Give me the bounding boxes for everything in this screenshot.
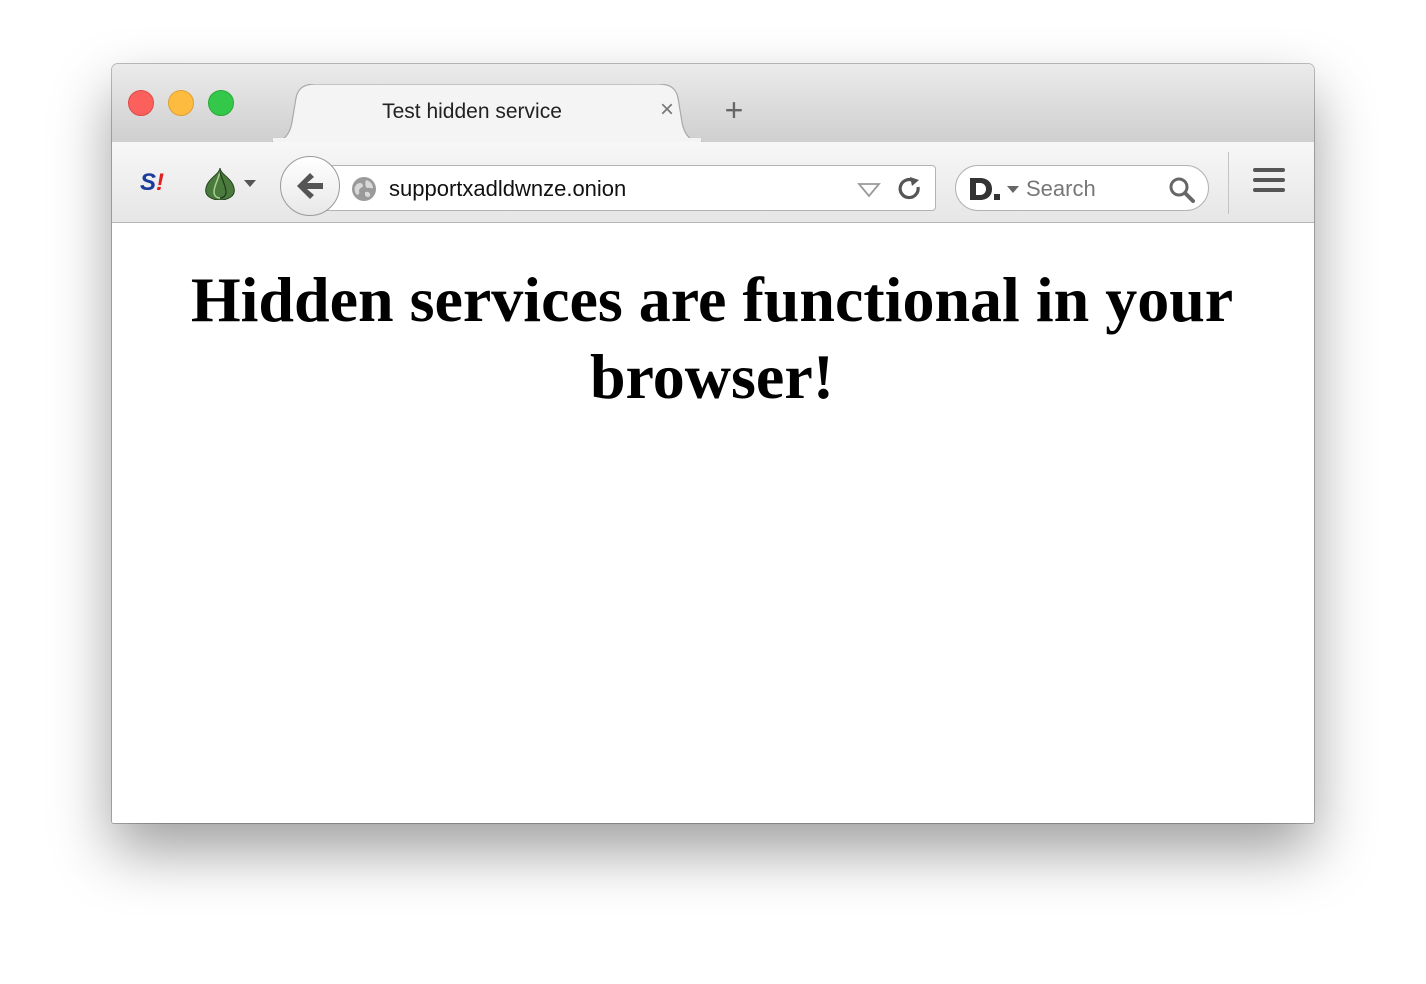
window-minimize-button[interactable] bbox=[168, 90, 194, 116]
navigation-toolbar: S! supportxadldwnze.onion Search bbox=[112, 142, 1314, 223]
addon-s-mark: ! bbox=[156, 169, 165, 196]
back-arrow-icon bbox=[297, 173, 323, 199]
menu-line bbox=[1253, 178, 1285, 182]
back-button[interactable] bbox=[280, 156, 340, 216]
menu-line bbox=[1253, 188, 1285, 192]
url-history-dropdown-icon[interactable] bbox=[857, 180, 881, 200]
browser-window: Test hidden service × + S! supportxadldw… bbox=[112, 64, 1314, 823]
page-content: Hidden services are functional in your b… bbox=[112, 223, 1314, 823]
search-input[interactable]: Search bbox=[1026, 176, 1096, 202]
globe-icon bbox=[352, 177, 376, 201]
search-icon[interactable] bbox=[1168, 176, 1196, 204]
tab-close-icon[interactable]: × bbox=[657, 98, 677, 122]
search-bar[interactable]: Search bbox=[955, 165, 1209, 211]
addon-s-button[interactable]: S! bbox=[140, 168, 172, 198]
window-close-button[interactable] bbox=[128, 90, 154, 116]
tab-active[interactable]: Test hidden service × bbox=[272, 84, 702, 144]
window-zoom-button[interactable] bbox=[208, 90, 234, 116]
toolbar-separator bbox=[1228, 152, 1229, 214]
hamburger-menu-button[interactable] bbox=[1253, 168, 1287, 200]
menu-line bbox=[1253, 168, 1285, 172]
url-text: supportxadldwnze.onion bbox=[389, 176, 627, 201]
page-heading: Hidden services are functional in your b… bbox=[190, 264, 1234, 412]
url-area: supportxadldwnze.onion bbox=[280, 156, 938, 220]
new-tab-button[interactable]: + bbox=[719, 94, 749, 126]
title-bar: Test hidden service × + bbox=[112, 64, 1314, 144]
reload-icon[interactable] bbox=[895, 174, 925, 204]
chevron-down-icon[interactable] bbox=[1006, 184, 1020, 194]
onion-menu-button[interactable] bbox=[202, 166, 262, 201]
duckduckgo-d-icon[interactable] bbox=[968, 176, 1002, 202]
addon-s-letter: S bbox=[140, 169, 157, 196]
onion-icon bbox=[205, 167, 256, 201]
tab-title: Test hidden service bbox=[382, 100, 562, 123]
url-bar[interactable]: supportxadldwnze.onion bbox=[326, 165, 936, 211]
